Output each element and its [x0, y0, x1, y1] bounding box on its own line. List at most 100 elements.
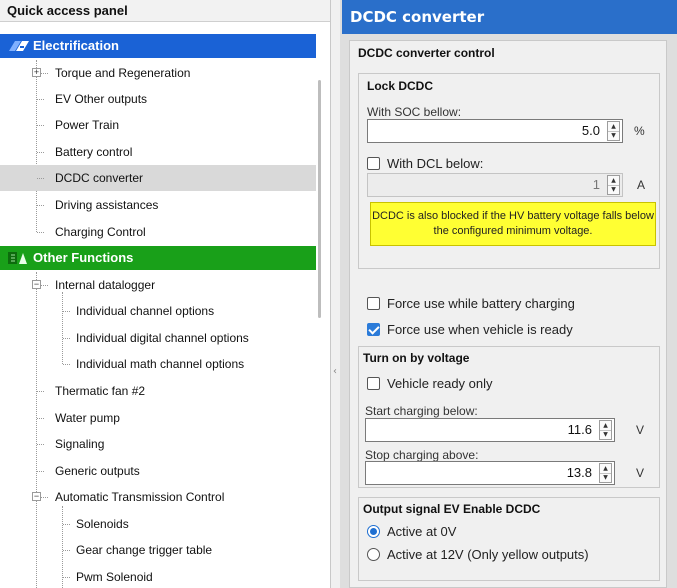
tree-item-automatic-transmission-control[interactable]: − Automatic Transmission Control	[0, 484, 316, 510]
tree-item-gear-change-trigger-table[interactable]: Gear change trigger table	[0, 537, 316, 563]
tree-item-solenoids[interactable]: Solenoids	[0, 511, 316, 537]
tree-branch	[37, 391, 44, 392]
soc-value: 5.0	[581, 123, 600, 138]
tree-item-label: Internal datalogger	[55, 278, 156, 292]
vehicle-ready-only-checkbox[interactable]	[367, 377, 380, 390]
dcl-spinner[interactable]: ▲ ▼	[607, 175, 620, 195]
tree-item-label: Pwm Solenoid	[76, 570, 153, 584]
stop-charging-label: Stop charging above:	[365, 448, 479, 462]
force-charging-checkbox[interactable]	[367, 297, 380, 310]
tree-item-individual-math-channel-options[interactable]: Individual math channel options	[0, 351, 316, 377]
tree-item-label: Driving assistances	[55, 198, 159, 212]
tree-item-dcdc-converter[interactable]: DCDC converter	[0, 165, 316, 191]
tree-item-ev-other-outputs[interactable]: EV Other outputs	[0, 86, 316, 112]
quick-access-title: Quick access panel	[0, 0, 330, 22]
output-signal-group: Output signal EV Enable DCDC Active at 0…	[358, 497, 660, 581]
tree-branch	[41, 285, 48, 286]
lock-dcdc-group: Lock DCDC With SOC bellow: 5.0 ▲ ▼ % Wit…	[358, 73, 660, 269]
tree-item-individual-digital-channel-options[interactable]: Individual digital channel options	[0, 325, 316, 351]
tree-branch	[37, 471, 44, 472]
group-title: Lock DCDC	[367, 79, 434, 93]
stop-charging-unit: V	[636, 466, 645, 480]
section-electrification[interactable]: Electrification	[0, 34, 316, 58]
tree-branch	[63, 338, 70, 339]
tree-item-label: Individual channel options	[76, 304, 215, 318]
tree-item-label: Signaling	[55, 437, 105, 451]
section-other-functions-label: Other Functions	[33, 250, 134, 265]
section-other-functions[interactable]: Other Functions	[0, 246, 316, 270]
page-title: DCDC converter	[342, 0, 677, 34]
start-charging-spinner[interactable]: ▲ ▼	[599, 420, 612, 440]
tree-item-label: Water pump	[55, 411, 120, 425]
soc-spinner[interactable]: ▲ ▼	[607, 121, 620, 141]
quick-access-panel: Quick access panel Electrification + Tor…	[0, 0, 331, 588]
tree-branch	[37, 99, 44, 100]
active-12v-label: Active at 12V (Only yellow outputs)	[387, 547, 589, 562]
tree-item-signaling[interactable]: Signaling	[0, 431, 316, 457]
tree-branch	[37, 232, 44, 233]
start-charging-label: Start charging below:	[365, 404, 478, 418]
tree-item-individual-channel-options[interactable]: Individual channel options	[0, 298, 316, 324]
tree-branch	[41, 73, 48, 74]
turn-on-by-voltage-group: Turn on by voltage Vehicle ready only St…	[358, 346, 660, 488]
dcdc-blocked-note: DCDC is also blocked if the HV battery v…	[370, 202, 656, 246]
tree-item-label: EV Other outputs	[55, 92, 148, 106]
tree-item-generic-outputs[interactable]: Generic outputs	[0, 458, 316, 484]
group-title: Output signal EV Enable DCDC	[363, 502, 541, 516]
tree-item-label: Generic outputs	[55, 464, 140, 478]
tree-branch	[63, 311, 70, 312]
collapse-minus-icon[interactable]: −	[32, 280, 41, 289]
tree-branch	[37, 178, 44, 179]
tree-item-internal-datalogger[interactable]: − Internal datalogger	[0, 272, 316, 298]
soc-input[interactable]: 5.0 ▲ ▼	[367, 119, 623, 143]
tree-item-torque-and-regeneration[interactable]: + Torque and Regeneration	[0, 60, 316, 86]
stop-charging-spinner[interactable]: ▲ ▼	[599, 463, 612, 483]
group-title: Turn on by voltage	[363, 351, 470, 365]
tree-item-battery-control[interactable]: Battery control	[0, 139, 316, 165]
active-12v-radio[interactable]	[367, 548, 380, 561]
soc-unit: %	[634, 124, 645, 138]
tree-branch	[37, 125, 44, 126]
dcl-unit: A	[637, 178, 646, 192]
tree-branch	[63, 550, 70, 551]
panel-splitter[interactable]	[331, 0, 340, 588]
dcl-value: 1	[592, 177, 600, 192]
collapse-minus-icon[interactable]: −	[32, 492, 41, 501]
tree-branch	[63, 364, 70, 365]
expand-plus-icon[interactable]: +	[32, 68, 41, 77]
force-charging-label: Force use while battery charging	[387, 296, 575, 311]
tree-branch	[63, 524, 70, 525]
active-0v-label: Active at 0V	[387, 524, 457, 539]
stop-charging-value: 13.8	[566, 465, 592, 480]
tree-item-water-pump[interactable]: Water pump	[0, 405, 316, 431]
spin-down-icon[interactable]: ▼	[600, 430, 611, 439]
spin-down-icon[interactable]: ▼	[608, 131, 619, 140]
spin-down-icon[interactable]: ▼	[600, 473, 611, 482]
scrollbar-thumb[interactable]	[318, 80, 321, 318]
tree-branch	[37, 418, 44, 419]
stop-charging-input[interactable]: 13.8 ▲ ▼	[365, 461, 615, 485]
force-ready-label: Force use when vehicle is ready	[387, 322, 573, 337]
dcdc-converter-panel: DCDC converter DCDC converter control Lo…	[340, 0, 677, 588]
soc-label: With SOC bellow:	[367, 105, 462, 119]
tree-item-label: Thermatic fan #2	[55, 384, 146, 398]
collapse-left-icon[interactable]: ‹	[333, 366, 339, 382]
spin-down-icon[interactable]: ▼	[608, 185, 619, 194]
tree-item-label: DCDC converter	[55, 171, 144, 185]
tree-branch	[41, 497, 48, 498]
tree-item-charging-control[interactable]: Charging Control	[0, 219, 316, 245]
tree-item-label: Power Train	[55, 118, 120, 132]
tree-branch	[37, 152, 44, 153]
dcl-input[interactable]: 1 ▲ ▼	[367, 173, 623, 197]
tree-item-label: Automatic Transmission Control	[55, 490, 225, 504]
force-ready-checkbox[interactable]	[367, 323, 380, 336]
section-electrification-label: Electrification	[33, 38, 119, 53]
tree-item-pwm-solenoid[interactable]: Pwm Solenoid	[0, 564, 316, 588]
dcl-checkbox[interactable]	[367, 157, 380, 170]
tree-item-thermatic-fan-2[interactable]: Thermatic fan #2	[0, 378, 316, 404]
tree-item-driving-assistances[interactable]: Driving assistances	[0, 192, 316, 218]
active-0v-radio[interactable]	[367, 525, 380, 538]
vehicle-ready-only-label: Vehicle ready only	[387, 376, 493, 391]
tree-item-power-train[interactable]: Power Train	[0, 112, 316, 138]
start-charging-input[interactable]: 11.6 ▲ ▼	[365, 418, 615, 442]
